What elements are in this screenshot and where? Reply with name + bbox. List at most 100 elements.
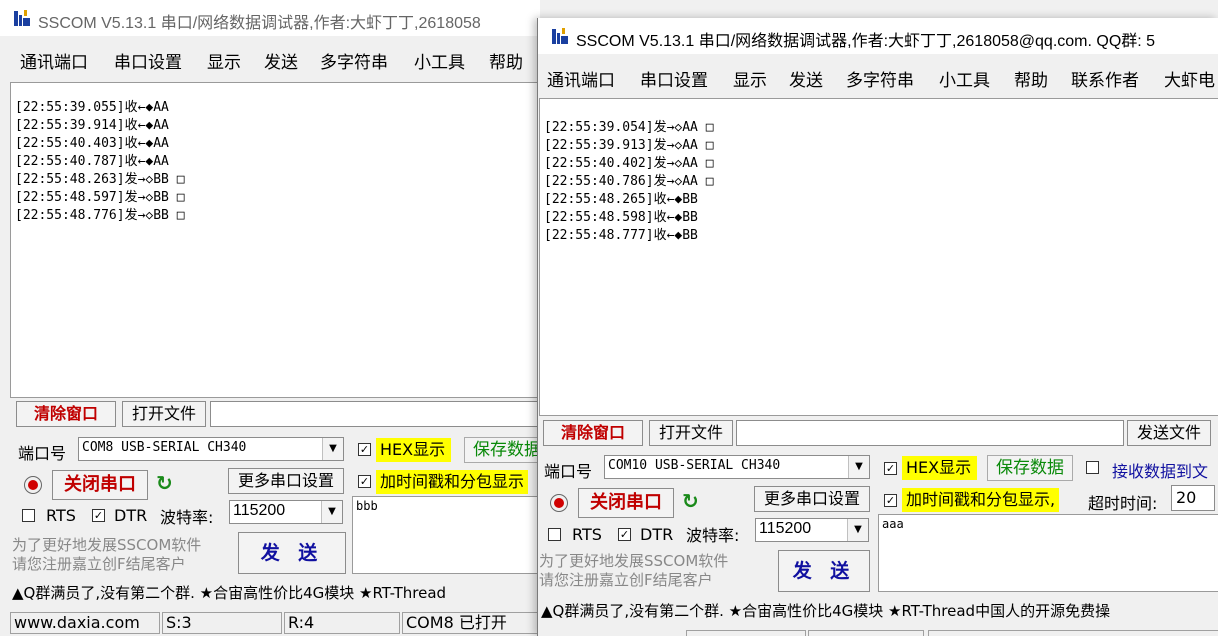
port-select[interactable]: COM8 USB-SERIAL CH340 ▼ — [78, 437, 344, 461]
menu-help[interactable]: 帮助 — [1014, 66, 1048, 91]
status-website-link[interactable]: www.daxia.com — [10, 612, 160, 634]
menu-daxia[interactable]: 大虾电 — [1164, 66, 1215, 91]
baud-select[interactable]: 115200 ▼ — [229, 500, 343, 524]
rts-checkbox[interactable] — [22, 509, 35, 522]
timeout-input[interactable]: 20 — [1171, 485, 1215, 511]
send-button[interactable]: 发 送 — [238, 532, 346, 574]
save-data-button[interactable]: 保存数据 — [464, 437, 540, 463]
chevron-down-icon[interactable]: ▼ — [847, 519, 868, 541]
receive-area[interactable]: [22:55:39.054]发→◇AA □ [22:55:39.913]发→◇A… — [539, 98, 1218, 416]
save-data-button[interactable]: 保存数据 — [987, 455, 1073, 481]
recv-line: [22:55:48.776]发→◇BB □ — [15, 208, 185, 223]
refresh-icon[interactable]: ↻ — [682, 489, 699, 513]
sscom-window-com10: SSCOM V5.13.1 串口/网络数据调试器,作者:大虾丁丁,2618058… — [537, 18, 1218, 636]
menu-comm-port[interactable]: 通讯端口 — [20, 48, 88, 73]
receive-area[interactable]: [22:55:39.055]收←◆AA [22:55:39.914]收←◆AA … — [10, 82, 540, 398]
hex-display-checkbox[interactable]: ✓ — [884, 462, 897, 475]
dtr-checkbox[interactable]: ✓ — [618, 528, 631, 541]
timeout-label: 超时时间: — [1088, 494, 1158, 513]
send-button[interactable]: 发 送 — [778, 550, 870, 592]
hex-display-checkbox[interactable]: ✓ — [358, 443, 371, 456]
ad-text-line1[interactable]: 为了更好地发展SSCOM软件 — [12, 536, 201, 555]
dtr-checkbox[interactable]: ✓ — [92, 509, 105, 522]
recv-line: [22:55:40.786]发→◇AA □ — [544, 174, 714, 189]
menu-multi-string[interactable]: 多字符串 — [846, 66, 914, 91]
chevron-down-icon[interactable]: ▼ — [321, 501, 342, 523]
more-port-settings-button[interactable]: 更多串口设置 — [754, 486, 870, 512]
sscom-logo-icon — [14, 10, 30, 26]
recv-line: [22:55:48.597]发→◇BB □ — [15, 190, 185, 205]
menu-help[interactable]: 帮助 — [489, 48, 523, 73]
menu-display[interactable]: 显示 — [733, 66, 767, 91]
close-port-button[interactable]: 关闭串口 — [52, 470, 148, 500]
clear-window-button[interactable]: 清除窗口 — [543, 420, 643, 446]
timestamp-label: 加时间戳和分包显示 — [376, 470, 529, 494]
status-cell — [928, 630, 1218, 636]
send-file-button[interactable]: 发送文件 — [1127, 420, 1211, 446]
port-label: 端口号 — [544, 462, 593, 481]
recv-line: [22:55:48.777]收←◆BB — [544, 228, 698, 243]
baud-select[interactable]: 115200 ▼ — [755, 518, 869, 542]
title-bar[interactable]: SSCOM V5.13.1 串口/网络数据调试器,作者:大虾丁丁,2618058 — [0, 0, 540, 36]
ad-text-line1[interactable]: 为了更好地发展SSCOM软件 — [539, 552, 728, 571]
file-path-input[interactable] — [736, 420, 1124, 446]
ad-text-line2[interactable]: 请您注册嘉立创F结尾客户 — [539, 571, 713, 590]
recv-line: [22:55:39.913]发→◇AA □ — [544, 138, 714, 153]
recv-line: [22:55:40.403]收←◆AA — [15, 136, 169, 151]
recv-to-file-checkbox[interactable] — [1086, 461, 1099, 474]
menu-send[interactable]: 发送 — [789, 66, 823, 91]
menu-bar: 通讯端口 串口设置 显示 发送 多字符串 小工具 帮助 联系作者 大虾电 — [538, 54, 1218, 100]
dtr-label: DTR — [114, 506, 148, 525]
recv-line: [22:55:40.787]收←◆AA — [15, 154, 169, 169]
recv-line: [22:55:39.055]收←◆AA — [15, 100, 169, 115]
close-port-button[interactable]: 关闭串口 — [578, 488, 674, 518]
menu-tools[interactable]: 小工具 — [414, 48, 465, 73]
timestamp-checkbox[interactable]: ✓ — [358, 475, 371, 488]
menu-contact-author[interactable]: 联系作者 — [1071, 66, 1139, 91]
sscom-window-com8: SSCOM V5.13.1 串口/网络数据调试器,作者:大虾丁丁,2618058… — [0, 0, 540, 636]
menu-bar: 通讯端口 串口设置 显示 发送 多字符串 小工具 帮助 — [0, 36, 540, 82]
port-select-value: COM8 USB-SERIAL CH340 — [82, 440, 247, 455]
send-text-input[interactable]: aaa — [878, 514, 1218, 592]
open-file-button[interactable]: 打开文件 — [649, 420, 733, 446]
ad-text-line2[interactable]: 请您注册嘉立创F结尾客户 — [12, 555, 186, 574]
ticker-text: ▲Q群满员了,没有第二个群. ★合宙高性价比4G模块 ★RT-Thread — [12, 584, 447, 602]
menu-display[interactable]: 显示 — [207, 48, 241, 73]
send-text-input[interactable]: bbb — [352, 496, 540, 574]
chevron-down-icon[interactable]: ▼ — [848, 456, 869, 478]
send-text-value: bbb — [356, 499, 378, 513]
more-port-settings-button[interactable]: 更多串口设置 — [228, 468, 344, 494]
menu-serial-settings[interactable]: 串口设置 — [114, 48, 182, 73]
hex-display-label: HEX显示 — [376, 438, 452, 462]
recv-line: [22:55:48.263]发→◇BB □ — [15, 172, 185, 187]
menu-serial-settings[interactable]: 串口设置 — [640, 66, 708, 91]
status-cell — [808, 630, 924, 636]
status-cell — [686, 630, 806, 636]
port-status-led-icon — [24, 476, 42, 494]
timeout-value: 20 — [1176, 488, 1197, 507]
chevron-down-icon[interactable]: ▼ — [322, 438, 343, 460]
recv-line: [22:55:39.054]发→◇AA □ — [544, 120, 714, 135]
rts-label: RTS — [46, 506, 76, 525]
menu-comm-port[interactable]: 通讯端口 — [547, 66, 615, 91]
menu-multi-string[interactable]: 多字符串 — [320, 48, 388, 73]
clear-window-button[interactable]: 清除窗口 — [16, 401, 116, 427]
status-recv-count: R:4 — [284, 612, 400, 634]
menu-tools[interactable]: 小工具 — [939, 66, 990, 91]
port-select[interactable]: COM10 USB-SERIAL CH340 ▼ — [604, 455, 870, 479]
timestamp-checkbox[interactable]: ✓ — [884, 494, 897, 507]
title-bar[interactable]: SSCOM V5.13.1 串口/网络数据调试器,作者:大虾丁丁,2618058… — [538, 18, 1218, 54]
status-bar — [538, 626, 1218, 636]
timestamp-label: 加时间戳和分包显示, — [902, 488, 1060, 512]
recv-to-file-label: 接收数据到文 — [1112, 462, 1209, 481]
status-port-state: COM8 已打开 — [402, 612, 540, 634]
port-select-value: COM10 USB-SERIAL CH340 — [608, 458, 781, 473]
baud-select-value: 115200 — [233, 502, 286, 519]
rts-checkbox[interactable] — [548, 528, 561, 541]
sscom-logo-icon — [552, 28, 568, 44]
menu-send[interactable]: 发送 — [264, 48, 298, 73]
baud-label: 波特率: — [160, 508, 214, 527]
refresh-icon[interactable]: ↻ — [156, 471, 173, 495]
file-path-input[interactable] — [210, 401, 540, 427]
open-file-button[interactable]: 打开文件 — [122, 401, 206, 427]
